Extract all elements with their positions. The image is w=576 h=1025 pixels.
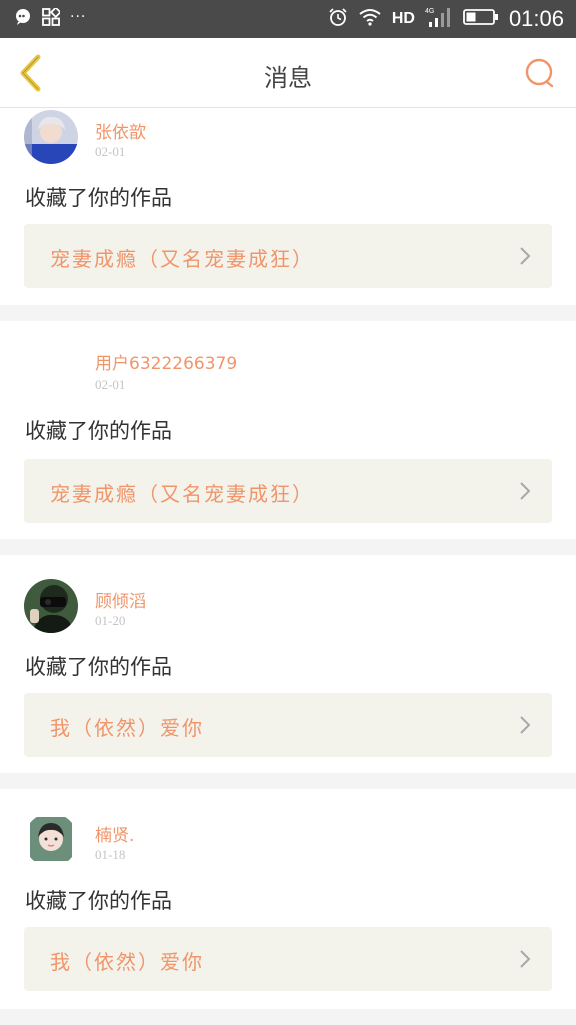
- action-text: 收藏了你的作品: [25, 186, 172, 210]
- chevron-right-icon: [520, 247, 531, 265]
- message-date: 01-20: [95, 613, 126, 628]
- network-hd-label: HD: [391, 10, 415, 27]
- more-notifications-icon: ···: [70, 9, 87, 25]
- wifi-icon: [358, 8, 382, 30]
- message-item: 楠贤. 01-18 收藏了你的作品 我（依然）爱你: [0, 789, 576, 1009]
- status-bar-system: HD 4G 01:06: [328, 6, 564, 32]
- status-bar: ··· HD 4G 01:06: [0, 0, 576, 38]
- message-date: 01-18: [95, 847, 126, 862]
- action-text: 收藏了你的作品: [25, 419, 172, 443]
- message-item: 张依歆 02-01 收藏了你的作品 宠妻成瘾（又名宠妻成狂）: [0, 108, 576, 305]
- work-title: 宠妻成瘾（又名宠妻成狂）: [50, 247, 314, 271]
- clock-time: 01:06: [508, 6, 564, 31]
- chevron-right-icon: [520, 716, 531, 734]
- navigation-header: 消息: [0, 38, 576, 108]
- app-grid-icon: [42, 6, 62, 30]
- username[interactable]: 张依歆: [95, 118, 146, 143]
- action-text: 收藏了你的作品: [25, 889, 172, 913]
- work-link[interactable]: 我（依然）爱你: [24, 927, 552, 991]
- username[interactable]: 顾倾滔: [95, 587, 146, 612]
- chat-bubble-icon: [14, 8, 32, 30]
- message-list: 张依歆 02-01 收藏了你的作品 宠妻成瘾（又名宠妻成狂） 用户6322266…: [0, 108, 576, 1025]
- network-type-label: 4G: [425, 8, 434, 15]
- chevron-right-icon: [520, 482, 531, 500]
- avatar[interactable]: [24, 110, 78, 164]
- message-date: 02-01: [95, 377, 126, 392]
- message-item: 用户6322266379 02-01 收藏了你的作品 宠妻成瘾（又名宠妻成狂）: [0, 321, 576, 539]
- work-link[interactable]: 宠妻成瘾（又名宠妻成狂）: [24, 459, 552, 523]
- avatar[interactable]: [24, 813, 78, 867]
- status-bar-notifications: ···: [14, 6, 87, 30]
- work-link[interactable]: 宠妻成瘾（又名宠妻成狂）: [24, 224, 552, 288]
- message-item: 顾倾滔 01-20 收藏了你的作品 我（依然）爱你: [0, 555, 576, 773]
- alarm-clock-icon: [328, 7, 348, 31]
- avatar[interactable]: [24, 579, 78, 633]
- username[interactable]: 楠贤.: [95, 821, 134, 846]
- avatar[interactable]: [24, 341, 78, 395]
- message-date: 02-01: [95, 144, 126, 159]
- page-title: 消息: [264, 64, 312, 92]
- username[interactable]: 用户6322266379: [95, 349, 237, 374]
- work-title: 我（依然）爱你: [50, 950, 204, 974]
- action-text: 收藏了你的作品: [25, 655, 172, 679]
- chevron-right-icon: [520, 950, 531, 968]
- work-title: 我（依然）爱你: [50, 716, 204, 740]
- signal-strength-icon: 4G: [425, 6, 453, 32]
- work-title: 宠妻成瘾（又名宠妻成狂）: [50, 482, 314, 506]
- search-button[interactable]: [520, 53, 560, 93]
- search-icon: [525, 58, 554, 88]
- battery-icon: [463, 8, 499, 30]
- work-link[interactable]: 我（依然）爱你: [24, 693, 552, 757]
